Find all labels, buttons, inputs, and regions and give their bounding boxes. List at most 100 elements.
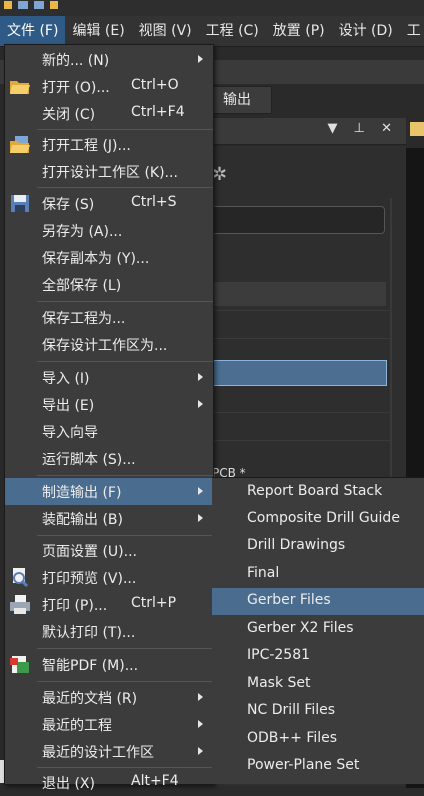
menu-print[interactable]: 打印 (P)... Ctrl+P xyxy=(5,591,213,618)
menu-item-label: 打开 (O)... xyxy=(42,80,110,96)
menu-save-workspace-as[interactable]: 保存设计工作区为... xyxy=(5,331,213,358)
save-disk-icon xyxy=(11,195,29,212)
submenu-power-plane-set[interactable]: Power-Plane Set xyxy=(212,753,424,780)
menu-item-label: 另存为 (A)... xyxy=(42,224,123,240)
menu-recent-projects[interactable]: 最近的工程 xyxy=(5,711,213,738)
submenu-item-label: NC Drill Files xyxy=(247,702,336,718)
menu-item-label: 关闭 (C) xyxy=(42,107,96,123)
menu-item-label: 保存设计工作区为... xyxy=(42,338,168,354)
menu-item-label: 打印 (P)... xyxy=(42,598,108,614)
menu-save-all[interactable]: 全部保存 (L) xyxy=(5,271,213,298)
menu-print-preview[interactable]: 打印预览 (V)... xyxy=(5,564,213,591)
menu-item-label: 保存 (S) xyxy=(42,197,95,213)
menu-place[interactable]: 放置 (P) xyxy=(266,16,332,46)
menu-save-project-as[interactable]: 保存工程为... xyxy=(5,304,213,331)
menu-new[interactable]: 新的... (N) xyxy=(5,46,213,73)
submenu-report-board-stack[interactable]: Report Board Stack xyxy=(212,479,424,506)
submenu-ipc-2581[interactable]: IPC-2581 xyxy=(212,643,424,670)
menu-open[interactable]: 打开 (O)... Ctrl+O xyxy=(5,73,213,100)
menu-item-label: 制造输出 (F) xyxy=(42,485,122,501)
submenu-odb-files[interactable]: ODB++ Files xyxy=(212,726,424,753)
menu-fabrication-outputs[interactable]: 制造输出 (F) xyxy=(5,478,213,505)
fabrication-outputs-submenu: Report Board Stack Composite Drill Guide… xyxy=(212,477,424,784)
submenu-item-label: Report Board Stack xyxy=(247,483,383,499)
menu-shortcut: Alt+F4 xyxy=(131,773,179,789)
open-folder-icon xyxy=(10,81,30,94)
menu-tools[interactable]: 工 xyxy=(400,16,424,46)
menu-file[interactable]: 文件 (F) xyxy=(0,16,66,46)
menu-open-workspace[interactable]: 打开设计工作区 (K)... xyxy=(5,158,213,185)
menu-separator xyxy=(37,475,213,476)
menu-item-label: 保存副本为 (Y)... xyxy=(42,251,150,267)
menu-default-print[interactable]: 默认打印 (T)... xyxy=(5,618,213,645)
submenu-nc-drill-files[interactable]: NC Drill Files xyxy=(212,698,424,725)
panel-divider xyxy=(212,440,392,441)
menu-import[interactable]: 导入 (I) xyxy=(5,364,213,391)
submenu-item-label: Power-Plane Set xyxy=(247,757,360,773)
menu-item-label: 页面设置 (U)... xyxy=(42,544,137,560)
menu-save[interactable]: 保存 (S) Ctrl+S xyxy=(5,190,213,217)
menu-edit[interactable]: 编辑 (E) xyxy=(65,16,131,46)
panel-divider xyxy=(212,412,392,413)
submenu-arrow-icon xyxy=(198,720,203,728)
submenu-mask-set[interactable]: Mask Set xyxy=(212,671,424,698)
menu-item-label: 打印预览 (V)... xyxy=(42,571,137,587)
menu-item-label: 导入向导 xyxy=(42,425,98,441)
panel-controls[interactable]: ▼ ⊥ ✕ xyxy=(328,121,398,136)
panel-frame-edge xyxy=(390,198,392,498)
folder-tab-icon xyxy=(410,122,424,136)
menu-item-label: 运行脚本 (S)... xyxy=(42,452,136,468)
menu-separator xyxy=(37,648,213,649)
submenu-gerber-x2-files[interactable]: Gerber X2 Files xyxy=(212,616,424,643)
menu-page-setup[interactable]: 页面设置 (U)... xyxy=(5,537,213,564)
menu-item-label: 最近的文档 (R) xyxy=(42,691,138,707)
file-menu: 新的... (N) 打开 (O)... Ctrl+O 关闭 (C) Ctrl+F… xyxy=(4,44,214,792)
menu-item-label: 智能PDF (M)... xyxy=(42,658,139,674)
panel-row[interactable] xyxy=(212,282,386,306)
menu-export[interactable]: 导出 (E) xyxy=(5,391,213,418)
menu-view[interactable]: 视图 (V) xyxy=(132,16,199,46)
panel-divider xyxy=(212,310,392,311)
submenu-drill-drawings[interactable]: Drill Drawings xyxy=(212,533,424,560)
menu-recent-documents[interactable]: 最近的文档 (R) xyxy=(5,684,213,711)
submenu-item-label: Drill Drawings xyxy=(247,537,346,553)
menu-item-label: 保存工程为... xyxy=(42,311,126,327)
submenu-arrow-icon xyxy=(198,55,203,63)
toolbar-icons[interactable] xyxy=(2,0,62,10)
menu-import-wizard[interactable]: 导入向导 xyxy=(5,418,213,445)
submenu-arrow-icon xyxy=(198,487,203,495)
menu-recent-workspaces[interactable]: 最近的设计工作区 xyxy=(5,738,213,765)
menu-save-copy-as[interactable]: 保存副本为 (Y)... xyxy=(5,244,213,271)
menu-item-label: 导出 (E) xyxy=(42,398,95,414)
menu-shortcut: Ctrl+S xyxy=(131,194,177,210)
submenu-arrow-icon xyxy=(198,400,203,408)
menu-smart-pdf[interactable]: 智能PDF (M)... xyxy=(5,651,213,678)
submenu-item-label: ODB++ Files xyxy=(247,730,338,746)
print-preview-icon xyxy=(13,568,29,588)
submenu-arrow-icon xyxy=(198,514,203,522)
panel-search-field[interactable] xyxy=(212,206,385,234)
submenu-composite-drill-guide[interactable]: Composite Drill Guide xyxy=(212,506,424,533)
submenu-final[interactable]: Final xyxy=(212,561,424,588)
menu-open-project[interactable]: 打开工程 (J)... xyxy=(5,131,213,158)
menu-item-label: 装配输出 (B) xyxy=(42,512,123,528)
menu-design[interactable]: 设计 (D) xyxy=(332,16,400,46)
menu-separator xyxy=(37,535,213,536)
menu-close[interactable]: 关闭 (C) Ctrl+F4 xyxy=(5,100,213,127)
toolbar-strip xyxy=(0,0,424,17)
menu-item-label: 打开工程 (J)... xyxy=(42,138,131,154)
menu-assembly-outputs[interactable]: 装配输出 (B) xyxy=(5,505,213,532)
gear-icon[interactable]: ✲ xyxy=(212,164,227,185)
submenu-gerber-files[interactable]: Gerber Files xyxy=(212,588,424,615)
menu-item-label: 退出 (X) xyxy=(42,776,95,792)
menu-item-label: 最近的工程 xyxy=(42,718,112,734)
tab-output[interactable]: 输出 xyxy=(212,86,272,114)
menu-separator xyxy=(37,361,213,362)
menu-save-as[interactable]: 另存为 (A)... xyxy=(5,217,213,244)
menu-project[interactable]: 工程 (C) xyxy=(199,16,266,46)
menu-separator xyxy=(37,767,213,768)
panel-row-selected[interactable] xyxy=(212,360,387,386)
submenu-item-label: Final xyxy=(247,565,280,581)
menu-shortcut: Ctrl+O xyxy=(131,77,179,93)
menu-run-script[interactable]: 运行脚本 (S)... xyxy=(5,445,213,472)
